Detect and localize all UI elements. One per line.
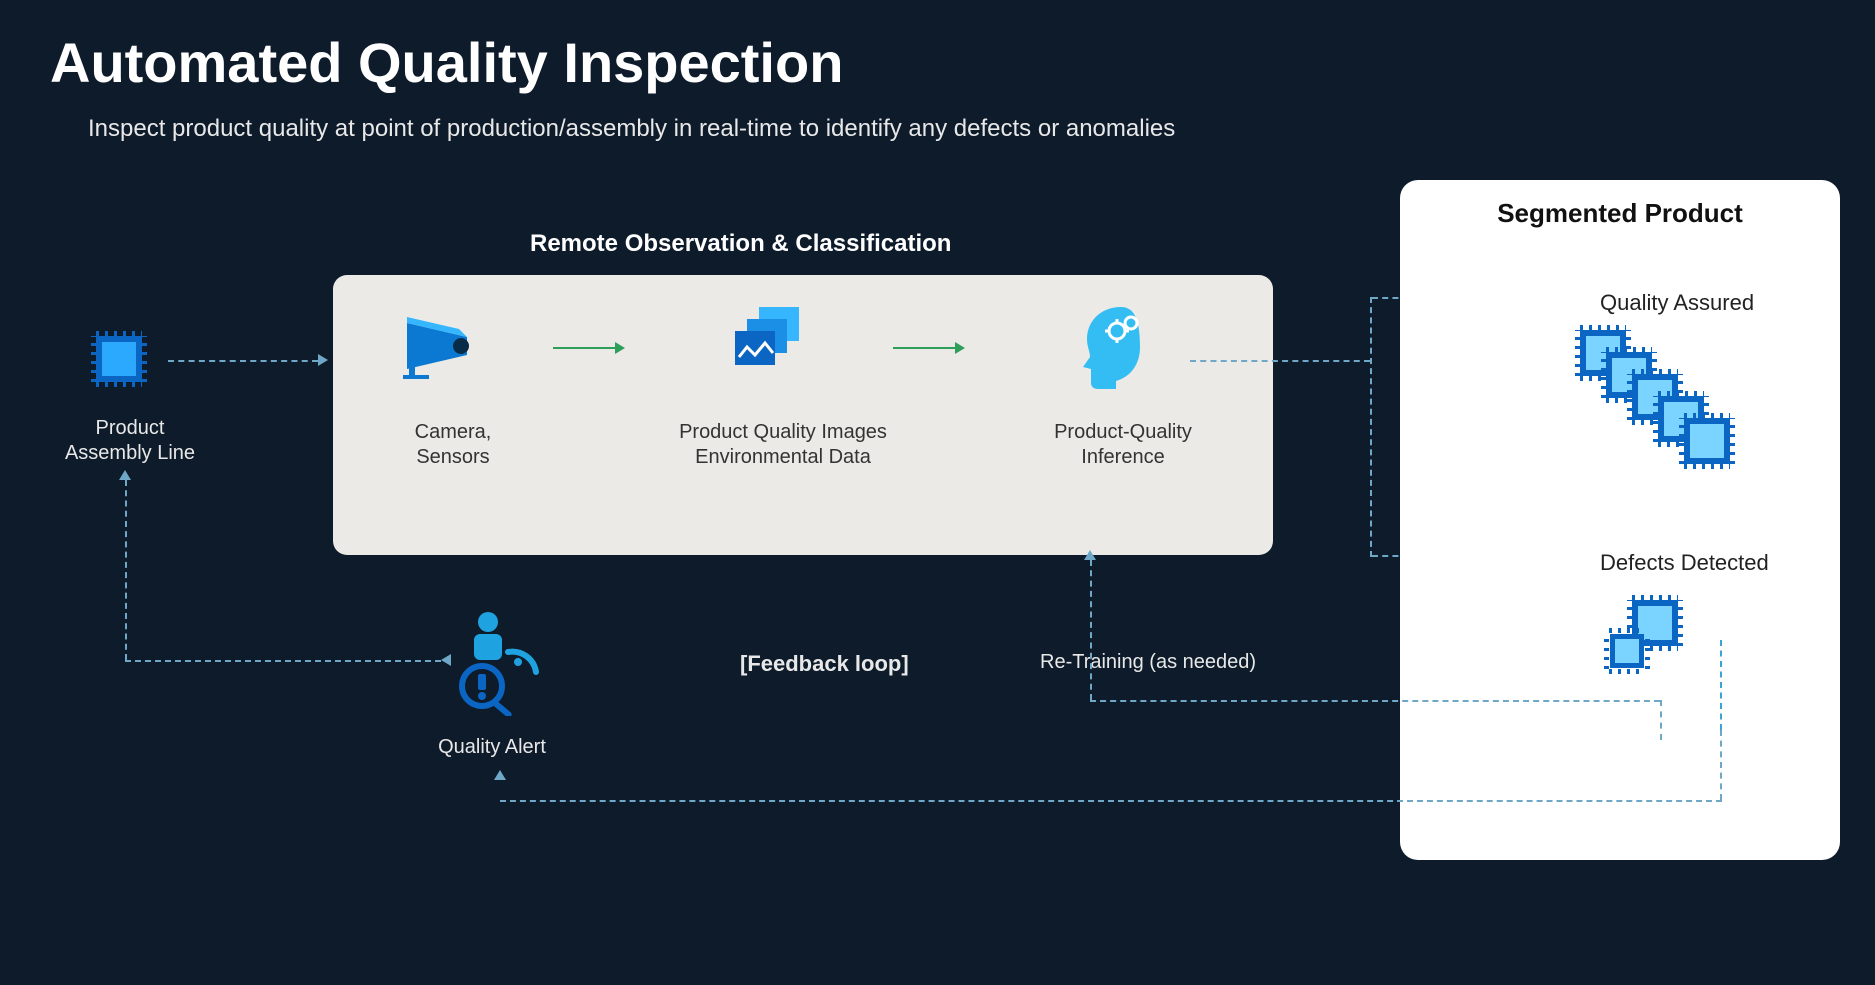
defects-detected-label: Defects Detected [1600, 550, 1769, 576]
feedback-loop-label: [Feedback loop] [740, 650, 909, 678]
assembly-line-label: Product Assembly Line [50, 416, 210, 466]
connector-defects-out-v [1720, 640, 1722, 730]
connector-observation-to-segmented [1190, 360, 1370, 362]
connector-branch-vertical [1370, 297, 1372, 557]
arrow-images-to-inference [893, 347, 963, 349]
connector-retrain-up [1090, 560, 1092, 700]
page-title: Automated Quality Inspection [50, 30, 843, 95]
connector-alert-to-assembly-h [125, 660, 441, 662]
retraining-label: Re-Training (as needed) [1040, 650, 1256, 675]
inference-icon [1073, 301, 1163, 396]
camera-icon [403, 315, 483, 384]
inference-label: Product-Quality Inference [1013, 420, 1233, 470]
chip-icon [96, 336, 142, 382]
observation-card: Camera, Sensors Product Quality Images E… [333, 275, 1273, 555]
arrow-camera-to-images [553, 347, 623, 349]
page-subtitle: Inspect product quality at point of prod… [88, 115, 1175, 143]
segmented-product-card: Segmented Product Quality Assured Defect… [1400, 180, 1840, 860]
quality-alert-icon [452, 606, 542, 721]
connector-defects-to-alert-h [500, 800, 1722, 802]
arrow-into-alert [494, 770, 506, 780]
images-label: Product Quality Images Environmental Dat… [633, 420, 933, 470]
assembly-line-node [96, 336, 142, 382]
connector-assembly-to-observation [168, 360, 318, 362]
images-icon [735, 307, 819, 386]
quality-alert-label: Quality Alert [412, 735, 572, 760]
arrow-retrain-into-inference [1084, 550, 1096, 560]
connector-defects-to-alert-v [1720, 730, 1722, 800]
arrow-into-alert-side [441, 654, 451, 666]
connector-retrain-v1 [1660, 700, 1662, 740]
camera-label: Camera, Sensors [373, 420, 533, 470]
connector-retrain-h1 [1090, 700, 1660, 702]
observation-section-title: Remote Observation & Classification [530, 230, 951, 258]
arrow-into-assembly [119, 470, 131, 480]
connector-alert-to-assembly-v [125, 480, 127, 660]
arrow-assembly-to-observation [318, 354, 328, 366]
segmented-section-title: Segmented Product [1400, 198, 1840, 229]
quality-assured-label: Quality Assured [1600, 290, 1754, 316]
